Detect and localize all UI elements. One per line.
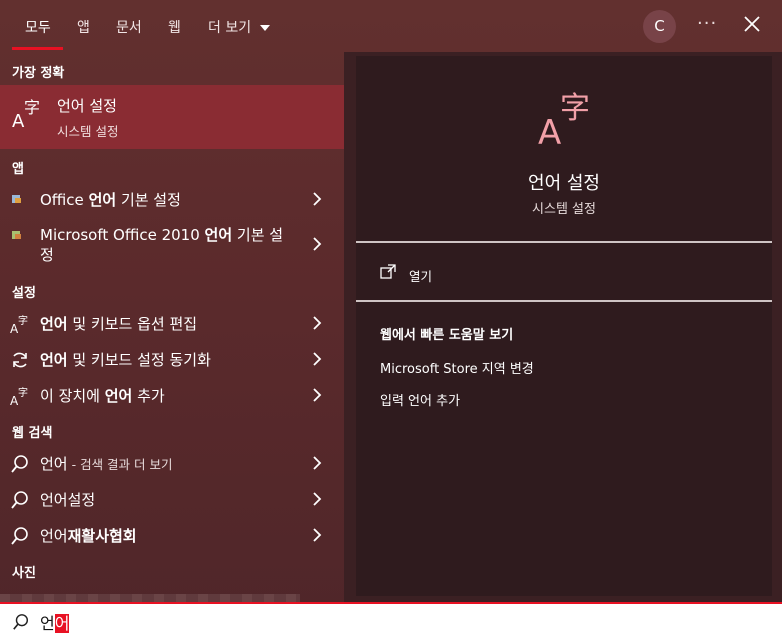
svg-text:字: 字 (560, 91, 590, 126)
label-part: 기본 설 (232, 226, 284, 244)
close-icon[interactable] (742, 12, 762, 36)
chevron-right-icon (313, 388, 322, 402)
user-avatar[interactable]: C (643, 10, 676, 43)
chevron-right-icon (313, 192, 322, 206)
preview-card: A 字 언어 설정 시스템 설정 열기 웹에서 빠른 도움말 보기 Micros… (356, 56, 772, 596)
chevron-right-icon (313, 456, 322, 470)
settings-item-label: 언어 및 키보드 설정 동기화 (40, 349, 211, 370)
start-search-window: 모두 앱 문서 웹 더 보기 C ··· 가장 정확 A 字 언어 설정 시스템… (0, 0, 782, 641)
label-part: 추가 (132, 387, 165, 405)
search-text: 언 (40, 614, 55, 633)
search-bar[interactable]: 언어 (0, 602, 782, 641)
best-match-item[interactable]: A 字 언어 설정 시스템 설정 (0, 85, 344, 149)
label-part: 정 (40, 246, 54, 264)
web-item-label: 언어설정 (40, 489, 95, 510)
settings-item-add-language[interactable]: A 字 이 장치에 언어 추가 (0, 382, 344, 408)
preview-subtitle: 시스템 설정 (532, 202, 596, 217)
svg-text:字: 字 (18, 386, 28, 399)
tab-all[interactable]: 모두 (25, 17, 51, 37)
sync-icon (13, 352, 27, 368)
section-apps: 앱 (12, 162, 24, 177)
results-list: 가장 정확 A 字 언어 설정 시스템 설정 앱 Office 언어 기본 설정 (0, 52, 344, 604)
web-item-language[interactable]: 언어 - 검색 결과 더 보기 (0, 450, 344, 476)
search-icon (11, 491, 28, 509)
language-icon: A 字 (10, 314, 28, 334)
open-label: 열기 (409, 269, 433, 284)
open-action[interactable]: 열기 (380, 262, 760, 286)
chevron-right-icon (313, 237, 322, 251)
app-item-label: Office 언어 기본 설정 (40, 189, 181, 210)
web-item-label: 언어재활사협회 (40, 525, 137, 546)
language-settings-large-icon: A 字 (538, 91, 590, 152)
tab-web[interactable]: 웹 (168, 17, 181, 37)
section-web-search: 웹 검색 (12, 426, 53, 441)
label-part: 및 키보드 설정 동기화 (67, 351, 211, 369)
chevron-right-icon (313, 492, 322, 506)
chevron-right-icon (313, 352, 322, 366)
tab-more-label: 더 보기 (208, 20, 252, 36)
caret-down-icon (259, 25, 270, 31)
tab-more[interactable]: 더 보기 (208, 17, 270, 37)
label-part: 및 키보드 옵션 편집 (67, 315, 198, 333)
settings-item-sync-keyboard[interactable]: 언어 및 키보드 설정 동기화 (0, 346, 344, 372)
app-icon (12, 231, 21, 239)
section-settings: 설정 (12, 286, 36, 301)
best-match-subtitle: 시스템 설정 (57, 124, 119, 139)
app-item-office-language[interactable]: Office 언어 기본 설정 (0, 186, 344, 212)
search-icon (11, 527, 28, 545)
tab-documents[interactable]: 문서 (116, 17, 142, 37)
label-match: 언어 (88, 191, 117, 209)
label-match: 언어 (40, 351, 68, 369)
divider (356, 241, 772, 243)
label-part: 언어 (40, 455, 68, 473)
app-icon (12, 195, 21, 203)
svg-text:字: 字 (18, 314, 28, 327)
chevron-right-icon (313, 528, 322, 542)
app-item-label: Microsoft Office 2010 언어 기본 설 정 (40, 225, 283, 265)
open-external-icon (380, 264, 396, 279)
label-part: 기본 설정 (116, 191, 181, 209)
section-photos: 사진 (12, 566, 36, 581)
link-add-input-language[interactable]: 입력 언어 추가 (380, 390, 460, 409)
web-help-heading: 웹에서 빠른 도움말 보기 (380, 328, 514, 343)
settings-item-edit-keyboard[interactable]: A 字 언어 및 키보드 옵션 편집 (0, 310, 344, 336)
label-part: 언어 (40, 527, 68, 545)
section-best-match: 가장 정확 (12, 66, 65, 81)
label-hint: - 검색 결과 더 보기 (67, 457, 173, 472)
link-store-region[interactable]: Microsoft Store 지역 변경 (380, 358, 534, 377)
svg-text:字: 字 (24, 98, 40, 117)
search-text-selected: 어 (54, 614, 70, 633)
label-part: Microsoft Office 2010 (40, 226, 205, 244)
more-options-icon[interactable]: ··· (697, 13, 717, 34)
language-settings-icon: A 字 (12, 98, 40, 129)
label-match: 언어 (204, 226, 233, 244)
web-item-language-settings[interactable]: 언어설정 (0, 486, 344, 512)
web-item-label: 언어 - 검색 결과 더 보기 (40, 453, 173, 474)
label-part: 언어설정 (40, 491, 96, 509)
search-icon (13, 614, 29, 630)
divider (356, 300, 772, 302)
active-tab-indicator (12, 47, 63, 50)
label-part: Office (40, 191, 89, 209)
app-item-office2010-language[interactable]: Microsoft Office 2010 언어 기본 설 정 (0, 222, 344, 266)
label-match: 언어 (40, 315, 68, 333)
preview-title: 언어 설정 (528, 173, 600, 194)
language-icon: A 字 (10, 386, 28, 406)
label-match: 언어 (104, 387, 133, 405)
search-icon (11, 455, 28, 473)
label-part: 이 장치에 (40, 387, 105, 405)
chevron-right-icon (313, 316, 322, 330)
preview-panel: A 字 언어 설정 시스템 설정 열기 웹에서 빠른 도움말 보기 Micros… (344, 52, 782, 602)
best-match-title: 언어 설정 (57, 97, 117, 115)
settings-item-label: 이 장치에 언어 추가 (40, 385, 165, 406)
top-bar: 모두 앱 문서 웹 더 보기 C ··· (0, 0, 782, 52)
search-input[interactable]: 언어 (40, 610, 70, 634)
tab-apps[interactable]: 앱 (77, 17, 90, 37)
svg-text:A: A (538, 113, 561, 152)
settings-item-label: 언어 및 키보드 옵션 편집 (40, 313, 197, 334)
label-match: 재활사협회 (67, 527, 137, 545)
web-item-language-rehab[interactable]: 언어재활사협회 (0, 522, 344, 548)
